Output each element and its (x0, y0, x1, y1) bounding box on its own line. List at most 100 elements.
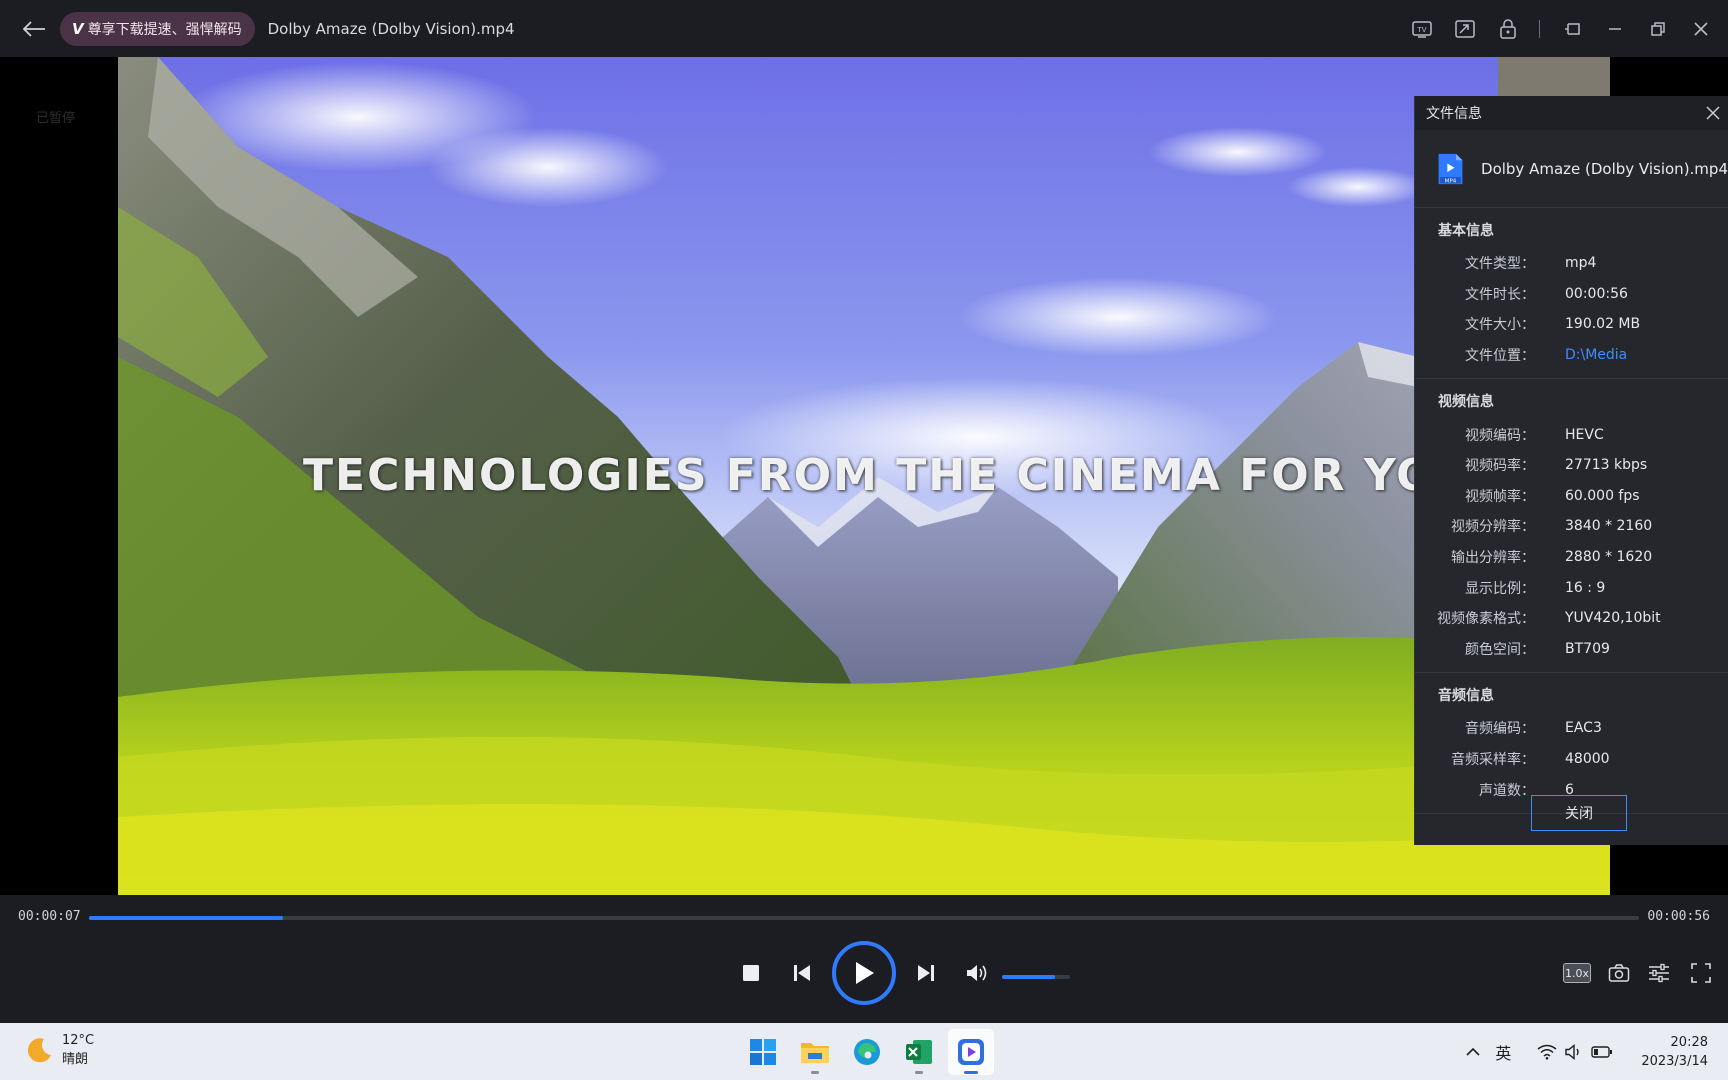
start-button[interactable] (740, 1029, 786, 1075)
total-time: 00:00:56 (1647, 909, 1710, 924)
fullscreen-icon (1691, 963, 1711, 983)
weather-widget[interactable]: 12°C 晴朗 (24, 1031, 94, 1069)
weather-condition: 晴朗 (62, 1052, 89, 1067)
play-button[interactable] (832, 941, 896, 1005)
wifi-status[interactable] (1537, 1044, 1557, 1060)
info-value: 190.02 MB (1565, 316, 1641, 333)
moon-icon (27, 1038, 51, 1063)
info-row-location: 文件位置： D:\Media (1415, 340, 1728, 371)
pin-icon (1565, 22, 1580, 35)
lock-icon (1500, 18, 1516, 39)
info-row-output-resolution: 输出分辨率： 2880 * 1620 (1415, 542, 1728, 573)
video-info-section: 视频信息 视频编码： HEVC 视频码率： 27713 kbps 视频帧率： 60.0… (1415, 379, 1728, 674)
vip-promo-label: 尊享下载提速、强悍解码 (87, 21, 242, 38)
info-row-frame-rate: 视频帧率： 60.000 fps (1415, 481, 1728, 512)
volume-fill (1002, 975, 1056, 979)
back-button[interactable] (10, 9, 58, 49)
taskbar-file-explorer[interactable] (792, 1029, 838, 1075)
volume-slider[interactable] (1002, 975, 1070, 979)
pin-on-top-button[interactable] (1555, 12, 1589, 46)
minimize-button[interactable] (1598, 12, 1632, 46)
info-value: 2880 * 1620 (1565, 549, 1653, 566)
info-row-resolution: 视频分辨率： 3840 * 2160 (1415, 511, 1728, 542)
close-window-button[interactable] (1684, 12, 1718, 46)
lock-button[interactable] (1491, 12, 1525, 46)
clock-date: 2023/3/14 (1641, 1053, 1708, 1069)
vip-promo-badge[interactable]: V 尊享下载提速、强悍解码 (60, 11, 255, 46)
close-icon (1694, 21, 1708, 36)
taskbar-edge-browser[interactable] (844, 1029, 890, 1075)
minimize-icon (1609, 27, 1621, 30)
control-row: 1.0x (0, 941, 1728, 1012)
show-hidden-icons-button[interactable] (1465, 1047, 1481, 1057)
paused-hint: 已暂停 (36, 111, 76, 126)
battery-status[interactable] (1591, 1045, 1613, 1059)
info-key: 文件时长： (1465, 286, 1535, 303)
close-icon (1706, 106, 1720, 120)
volume-status[interactable] (1565, 1043, 1583, 1060)
os-taskbar: 12°C 晴朗 英 20:28 2023/3/14 (0, 1023, 1728, 1080)
info-row-file-type: 文件类型： mp4 (1415, 248, 1728, 279)
screenshot-button[interactable] (1606, 960, 1632, 986)
file-info-title: 文件信息 (1426, 106, 1482, 122)
section-title: 视频信息 (1438, 394, 1494, 411)
info-key: 音频编码： (1465, 721, 1535, 738)
previous-button[interactable] (789, 960, 815, 986)
stop-icon (743, 965, 759, 981)
next-button[interactable] (913, 960, 939, 986)
settings-button[interactable] (1646, 960, 1672, 986)
file-info-header: 文件信息 (1415, 96, 1728, 130)
info-row-audio-codec: 音频编码： EAC3 (1415, 713, 1728, 744)
picture-in-picture-icon (1455, 19, 1475, 38)
file-info-filename: Dolby Amaze (Dolby Vision).mp4 (1481, 159, 1728, 178)
file-location-link[interactable]: D:\Media (1565, 347, 1627, 363)
volume-button[interactable] (963, 959, 991, 987)
info-key: 文件位置： (1465, 348, 1535, 365)
info-key: 视频分辨率： (1451, 519, 1535, 536)
clock-time: 20:28 (1670, 1034, 1708, 1050)
taskbar-excel[interactable] (896, 1029, 942, 1075)
info-row-file-size: 文件大小： 190.02 MB (1415, 309, 1728, 340)
playback-speed-button[interactable]: 1.0x (1563, 963, 1591, 983)
video-player-app-icon (958, 1039, 984, 1065)
info-key: 颜色空间： (1465, 641, 1535, 658)
stop-button[interactable] (738, 960, 764, 986)
fullscreen-button[interactable] (1688, 960, 1714, 986)
audio-info-section: 音频信息 音频编码： EAC3 音频采样率： 48000 声道数： 6 (1415, 673, 1728, 814)
svg-text:TV: TV (1416, 26, 1426, 34)
info-key: 显示比例： (1465, 580, 1535, 597)
excel-icon (906, 1040, 932, 1064)
file-info-panel: 文件信息 MP4 Dolby Amaze (Dolby Vision).mp4 … (1414, 96, 1728, 845)
clock[interactable]: 20:28 2023/3/14 (1641, 1033, 1708, 1071)
video-frame[interactable]: TECHNOLOGIES FROM THE CINEMA FOR YOUR TV (118, 57, 1610, 895)
info-row-duration: 文件时长： 00:00:56 (1415, 279, 1728, 310)
info-value: 60.000 fps (1565, 487, 1640, 504)
sliders-icon (1649, 963, 1669, 983)
file-info-close-button[interactable]: 关闭 (1531, 795, 1627, 831)
section-title: 音频信息 (1438, 688, 1494, 705)
info-value: 48000 (1565, 751, 1610, 768)
back-arrow-icon (22, 20, 45, 37)
restore-button[interactable] (1641, 12, 1675, 46)
info-value: mp4 (1565, 255, 1597, 272)
taskbar-video-player[interactable] (948, 1029, 994, 1075)
info-key: 文件类型： (1465, 256, 1535, 273)
taskbar-apps (740, 1029, 1000, 1075)
tv-cast-button[interactable]: TV (1405, 12, 1439, 46)
mini-mode-button[interactable] (1448, 12, 1482, 46)
info-value: 3840 * 2160 (1565, 518, 1653, 535)
file-info-close-x-button[interactable] (1698, 96, 1728, 130)
info-key: 视频帧率： (1465, 488, 1535, 505)
tv-icon: TV (1412, 20, 1432, 38)
camera-icon (1608, 964, 1630, 982)
windows-logo-icon (750, 1039, 776, 1065)
progress-bar[interactable] (89, 916, 1639, 920)
info-value: BT709 (1565, 640, 1610, 657)
play-icon (856, 962, 874, 984)
info-value: EAC3 (1565, 720, 1602, 737)
edge-browser-icon (854, 1039, 880, 1065)
info-row-color-space: 颜色空间： BT709 (1415, 634, 1728, 665)
window-controls: TV (1396, 0, 1718, 57)
input-method-indicator[interactable]: 英 (1495, 1040, 1511, 1064)
current-time: 00:00:07 (18, 909, 81, 924)
